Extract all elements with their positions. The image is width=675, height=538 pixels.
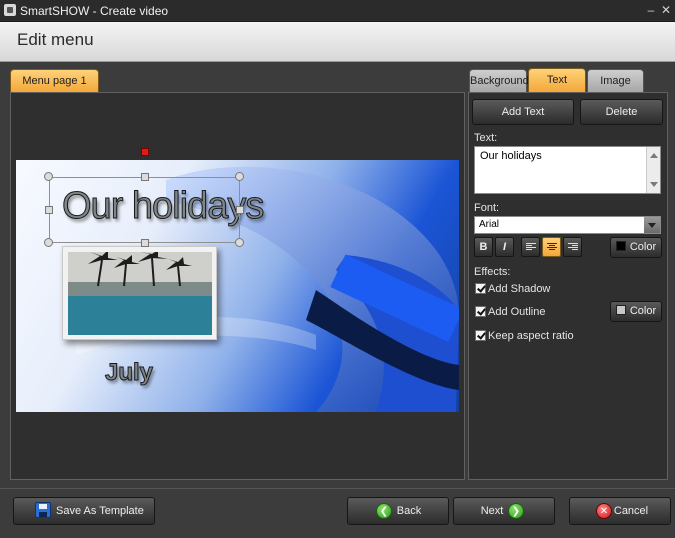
text-scrollbar[interactable] xyxy=(646,147,660,193)
align-left-button[interactable] xyxy=(521,237,540,257)
add-shadow-checkbox[interactable] xyxy=(475,283,486,294)
minimize-button[interactable]: – xyxy=(643,2,659,18)
back-button[interactable]: Back xyxy=(347,497,449,525)
beach-photo xyxy=(68,252,212,335)
delete-button[interactable]: Delete xyxy=(580,99,663,125)
text-input[interactable]: Our holidays xyxy=(474,146,661,194)
page-header: Edit menu xyxy=(0,22,675,62)
back-arrow-icon: ❮ xyxy=(376,503,392,519)
outline-color-label: Color xyxy=(629,305,657,317)
add-outline-checkbox[interactable] xyxy=(475,306,486,317)
app-icon xyxy=(4,4,16,16)
add-text-button[interactable]: Add Text xyxy=(472,99,574,125)
resize-handle-bottom[interactable] xyxy=(141,239,149,247)
effects-label: Effects: xyxy=(474,266,511,278)
tab-text[interactable]: Text xyxy=(528,68,586,92)
bold-button[interactable]: B xyxy=(474,237,493,257)
photo-placeholder[interactable] xyxy=(62,246,217,340)
resize-handle-bottom-right[interactable] xyxy=(235,238,244,247)
font-select-value: Arial xyxy=(479,219,500,230)
scroll-up-icon[interactable] xyxy=(650,153,658,158)
text-color-button[interactable]: Color xyxy=(610,237,662,258)
menu-caption-text[interactable]: July xyxy=(104,359,153,387)
align-left-icon xyxy=(526,243,536,252)
page-title: Edit menu xyxy=(17,30,94,49)
align-center-icon xyxy=(547,243,557,252)
cancel-x-icon: ✕ xyxy=(596,503,612,519)
tab-image[interactable]: Image xyxy=(587,69,644,92)
text-input-value: Our holidays xyxy=(480,150,542,162)
save-disk-icon xyxy=(35,502,51,518)
tab-background[interactable]: Background xyxy=(469,69,529,92)
outline-color-swatch xyxy=(615,305,626,315)
next-arrow-icon: ❯ xyxy=(508,503,524,519)
resize-handle-top[interactable] xyxy=(141,173,149,181)
tab-menu-page-1[interactable]: Menu page 1 xyxy=(10,69,99,92)
resize-handle-right[interactable] xyxy=(236,206,244,214)
window-title: SmartSHOW - Create video xyxy=(20,4,169,18)
align-right-button[interactable] xyxy=(563,237,582,257)
add-shadow-label: Add Shadow xyxy=(488,283,551,295)
next-button[interactable]: Next xyxy=(453,497,555,525)
resize-handle-left[interactable] xyxy=(45,206,53,214)
resize-handle-top-left[interactable] xyxy=(44,172,53,181)
text-label: Text: xyxy=(474,132,498,144)
rotate-handle[interactable] xyxy=(141,148,149,156)
selection-box[interactable] xyxy=(49,177,240,243)
scroll-down-icon[interactable] xyxy=(650,182,658,187)
footer-divider xyxy=(0,488,675,489)
resize-handle-top-right[interactable] xyxy=(235,172,244,181)
italic-button[interactable]: I xyxy=(495,237,514,257)
text-color-label: Color xyxy=(629,241,657,253)
font-select[interactable]: Arial xyxy=(474,216,661,234)
keep-aspect-checkbox[interactable] xyxy=(475,330,486,341)
outline-color-button[interactable]: Color xyxy=(610,301,662,322)
add-outline-label: Add Outline xyxy=(488,306,546,318)
font-label: Font: xyxy=(474,202,500,214)
resize-handle-bottom-left[interactable] xyxy=(44,238,53,247)
title-bar: SmartSHOW - Create video – ✕ xyxy=(0,0,675,22)
keep-aspect-label: Keep aspect ratio xyxy=(488,330,574,342)
text-color-swatch xyxy=(615,241,626,251)
close-window-button[interactable]: ✕ xyxy=(658,2,674,18)
cancel-button[interactable]: Cancel xyxy=(569,497,671,525)
align-center-button[interactable] xyxy=(542,237,561,257)
chevron-down-icon[interactable] xyxy=(644,217,660,233)
align-right-icon xyxy=(568,243,578,252)
